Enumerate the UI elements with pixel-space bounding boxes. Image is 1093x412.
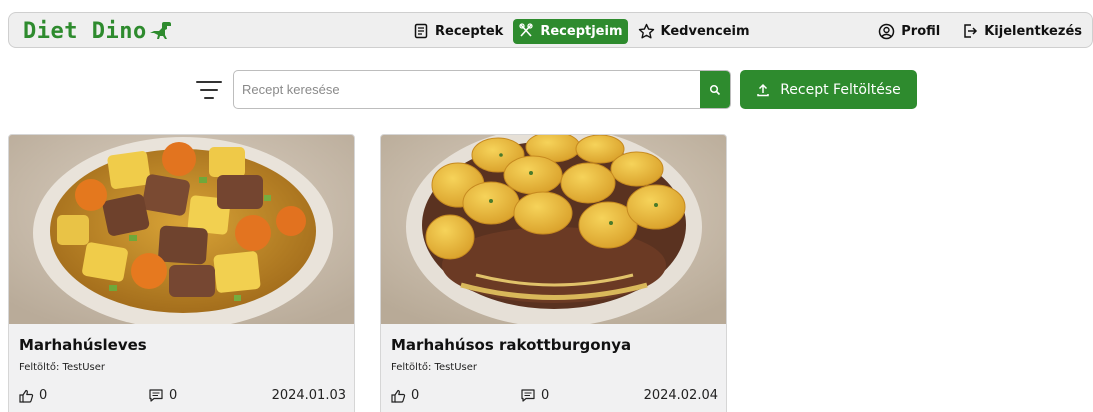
comment-button[interactable]: 0 [521,388,549,403]
comment-icon [521,389,535,402]
recipe-date: 2024.02.04 [643,388,718,403]
dino-icon [149,22,171,39]
comment-count: 0 [541,388,550,403]
star-icon [638,23,654,38]
recipe-uploader: Feltöltő: TestUser [19,362,106,373]
recipe-book-icon [414,23,428,39]
user-circle-icon [879,23,895,39]
recipe-card[interactable]: Marhahúsleves Feltöltő: TestUser 0 0 202… [8,134,355,412]
profile-link[interactable]: Profil [874,19,944,44]
search-input[interactable] [234,71,700,108]
nav-kedvenceim-label: Kedvenceim [660,23,750,39]
like-button[interactable]: 0 [391,388,419,403]
search-button[interactable] [700,71,730,108]
recipe-card-body: Marhahúsleves Feltöltő: TestUser 0 0 202… [9,324,354,412]
nav-receptek[interactable]: Receptek [409,19,507,44]
brand-name: Diet Dino [23,18,147,44]
nav-kedvenceim[interactable]: Kedvenceim [634,19,754,44]
logout-label: Kijelentkezés [984,23,1082,39]
upload-icon [757,83,769,96]
filter-icon[interactable] [196,80,222,100]
like-count: 0 [411,388,420,403]
recipe-title[interactable]: Marhahúsleves [19,336,147,354]
nav-receptek-label: Receptek [435,23,504,39]
nav-receptjeim-label: Receptjeim [540,23,623,39]
like-button[interactable]: 0 [19,388,47,403]
nav-receptjeim[interactable]: Receptjeim [513,18,628,44]
main-nav: Receptek Receptjeim Kedvenceim [409,18,754,44]
search-icon [709,84,721,95]
user-nav: Profil Kijelentkezés [874,18,1086,44]
upload-recipe-label: Recept Feltöltése [780,81,901,98]
like-count: 0 [39,388,48,403]
utensils-icon [519,23,533,37]
search-box [233,70,731,109]
comment-icon [149,389,163,402]
thumbs-up-icon [19,389,34,403]
recipe-title[interactable]: Marhahúsos rakottburgonya [391,336,631,354]
comment-count: 0 [169,388,178,403]
recipe-card[interactable]: Marhahúsos rakottburgonya Feltöltő: Test… [380,134,727,412]
upload-recipe-button[interactable]: Recept Feltöltése [740,70,917,109]
recipe-image-beef-soup[interactable] [9,135,354,324]
brand-logo[interactable]: Diet Dino [23,17,172,45]
top-navbar: Diet Dino Receptek Receptjeim Kedvenceim… [8,12,1093,48]
comment-button[interactable]: 0 [149,388,177,403]
logout-link[interactable]: Kijelentkezés [958,19,1086,44]
profile-label: Profil [901,23,941,39]
logout-icon [964,24,978,38]
thumbs-up-icon [391,389,406,403]
recipe-card-body: Marhahúsos rakottburgonya Feltöltő: Test… [381,324,726,412]
recipe-uploader: Feltöltő: TestUser [391,362,478,373]
recipe-date: 2024.01.03 [271,388,346,403]
recipe-image-potato-casserole[interactable] [381,135,726,324]
